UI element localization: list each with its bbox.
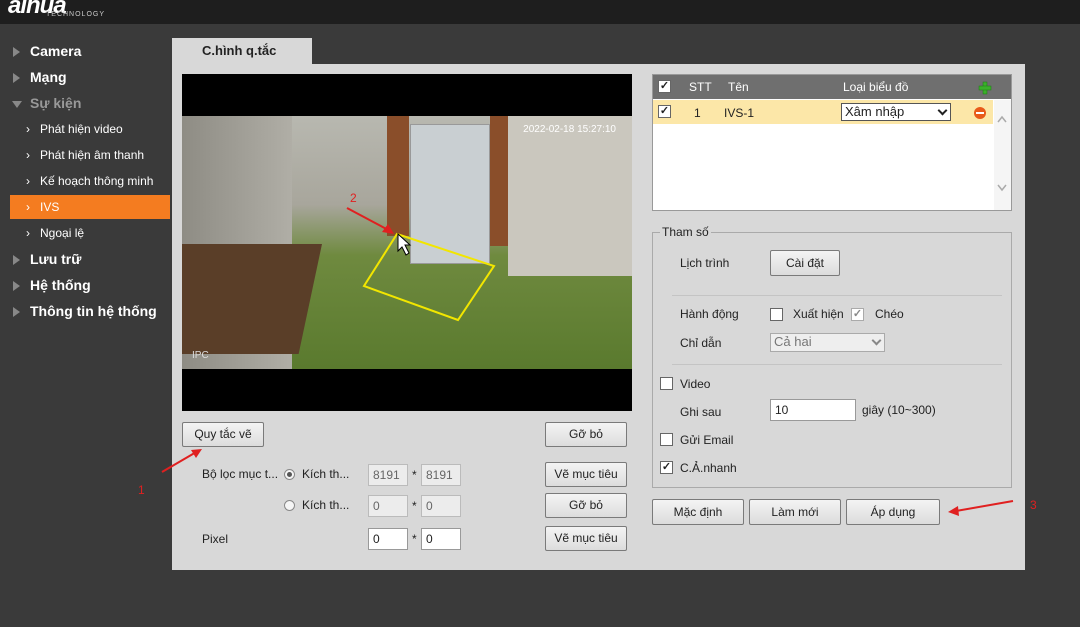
remove-rule-button[interactable]: Gỡ bỏ xyxy=(545,422,627,447)
annotation-number-2: 2 xyxy=(350,191,357,205)
draw-target-button[interactable]: Vẽ mục tiêu xyxy=(545,462,627,487)
cross-checkbox[interactable]: ✓ xyxy=(851,308,864,321)
post-record-unit: giây (10~300) xyxy=(862,403,936,417)
intrusion-rule-polygon[interactable] xyxy=(362,232,496,322)
video-preview[interactable]: 2022-02-18 15:27:10 IPC 2 xyxy=(182,74,632,411)
sidebar-item-network[interactable]: Mạng xyxy=(0,64,172,90)
row-stt: 1 xyxy=(694,106,701,120)
sidebar-item-audio-detect[interactable]: › Phát hiện âm thanh xyxy=(0,143,172,167)
top-bar: alhua TECHNOLOGY xyxy=(0,0,1080,24)
expand-triangle-icon xyxy=(13,281,20,291)
sidebar-item-video-detect[interactable]: › Phát hiện video xyxy=(0,117,172,141)
annotation-number-3: 3 xyxy=(1030,498,1037,512)
remove-target-button[interactable]: Gỡ bỏ xyxy=(545,493,627,518)
delete-rule-icon[interactable] xyxy=(973,106,987,120)
annotation-number-1: 1 xyxy=(138,483,145,497)
direction-select[interactable]: Cả hai xyxy=(770,333,885,352)
chevron-right-icon: › xyxy=(26,174,30,188)
email-label: Gửi Email xyxy=(680,433,734,447)
times-sign: * xyxy=(412,499,417,513)
collapse-triangle-icon xyxy=(12,101,22,108)
params-legend: Tham số xyxy=(660,225,711,239)
rule-table: ✓ STT Tên Loại biểu đồ ✓ 1 IVS-1 Xâm nhậ… xyxy=(652,74,1012,211)
row-checkbox[interactable]: ✓ xyxy=(658,105,671,118)
post-record-label: Ghi sau xyxy=(680,405,722,419)
sidebar-item-smart-plan[interactable]: › Kế hoạch thông minh xyxy=(0,169,172,193)
sidebar-item-system-info[interactable]: Thông tin hệ thống xyxy=(0,298,172,324)
expand-triangle-icon xyxy=(13,255,20,265)
appear-checkbox[interactable] xyxy=(770,308,783,321)
cross-label: Chéo xyxy=(875,307,904,321)
pixel-label: Pixel xyxy=(202,532,229,546)
apply-button[interactable]: Áp dụng xyxy=(846,499,940,525)
min-size-label: Kích th... xyxy=(302,498,350,512)
sidebar-item-storage[interactable]: Lưu trữ xyxy=(0,246,172,272)
draw-pixel-target-button[interactable]: Vẽ mục tiêu xyxy=(545,526,627,551)
video-label: Video xyxy=(680,377,711,391)
max-height-input[interactable]: 8191 xyxy=(421,464,461,486)
chevron-right-icon: › xyxy=(26,122,30,136)
expand-triangle-icon xyxy=(13,73,20,83)
min-height-input[interactable]: 0 xyxy=(421,495,461,517)
sidebar-item-event[interactable]: Sự kiện xyxy=(0,90,172,116)
scroll-up-icon xyxy=(997,115,1007,123)
draw-rule-button[interactable]: Quy tắc vẽ xyxy=(182,422,264,447)
header-name: Tên xyxy=(728,80,749,94)
min-width-input[interactable]: 0 xyxy=(368,495,408,517)
table-header: ✓ STT Tên Loại biểu đồ xyxy=(653,75,1011,99)
brand-logo-sub: TECHNOLOGY xyxy=(46,11,106,18)
rule-area-overlay[interactable]: 2 xyxy=(182,116,632,369)
default-button[interactable]: Mặc định xyxy=(652,499,744,525)
add-rule-icon[interactable] xyxy=(978,81,992,95)
table-scrollbar[interactable] xyxy=(994,100,1011,210)
snapshot-label: C.Ả.nhanh xyxy=(680,461,737,475)
camera-scene: 2022-02-18 15:27:10 IPC 2 xyxy=(182,116,632,369)
sidebar-item-system[interactable]: Hệ thống xyxy=(0,272,172,298)
times-sign: * xyxy=(412,532,417,546)
times-sign: * xyxy=(412,468,417,482)
post-record-input[interactable]: 10 xyxy=(770,399,856,421)
chevron-right-icon: › xyxy=(26,148,30,162)
min-size-radio[interactable] xyxy=(284,500,295,511)
pixel-width-input[interactable]: 0 xyxy=(368,528,408,550)
chevron-right-icon: › xyxy=(26,200,30,214)
expand-triangle-icon xyxy=(13,47,20,57)
schedule-label: Lịch trình xyxy=(680,256,730,270)
sidebar-item-ivs[interactable]: › IVS xyxy=(10,195,170,219)
max-size-label: Kích th... xyxy=(302,467,350,481)
tab-rule-config[interactable]: C.hình q.tắc xyxy=(172,38,312,65)
video-checkbox[interactable] xyxy=(660,377,673,390)
chevron-down-icon xyxy=(937,105,948,116)
select-all-checkbox[interactable]: ✓ xyxy=(658,80,671,93)
refresh-button[interactable]: Làm mới xyxy=(749,499,841,525)
sidebar-item-exception[interactable]: › Ngoại lệ xyxy=(0,221,172,245)
max-size-radio[interactable] xyxy=(284,469,295,480)
rule-type-select[interactable]: Xâm nhập xyxy=(841,103,951,121)
max-width-input[interactable]: 8191 xyxy=(368,464,408,486)
scroll-down-icon xyxy=(997,184,1007,192)
email-checkbox[interactable] xyxy=(660,433,673,446)
chevron-right-icon: › xyxy=(26,226,30,240)
header-rule-type: Loại biểu đồ xyxy=(843,80,909,94)
action-label: Hành động xyxy=(680,307,739,321)
appear-label: Xuất hiện xyxy=(793,307,844,321)
row-name: IVS-1 xyxy=(724,106,755,120)
table-row[interactable]: ✓ 1 IVS-1 Xâm nhập xyxy=(653,100,993,124)
header-stt: STT xyxy=(689,80,712,94)
filter-label: Bộ lọc mục t... xyxy=(202,467,279,481)
direction-label: Chỉ dẫn xyxy=(680,336,722,350)
chevron-down-icon xyxy=(871,335,882,346)
schedule-settings-button[interactable]: Cài đặt xyxy=(770,250,840,276)
expand-triangle-icon xyxy=(13,307,20,317)
pixel-height-input[interactable]: 0 xyxy=(421,528,461,550)
sidebar-item-camera[interactable]: Camera xyxy=(0,38,172,64)
snapshot-checkbox[interactable]: ✓ xyxy=(660,461,673,474)
